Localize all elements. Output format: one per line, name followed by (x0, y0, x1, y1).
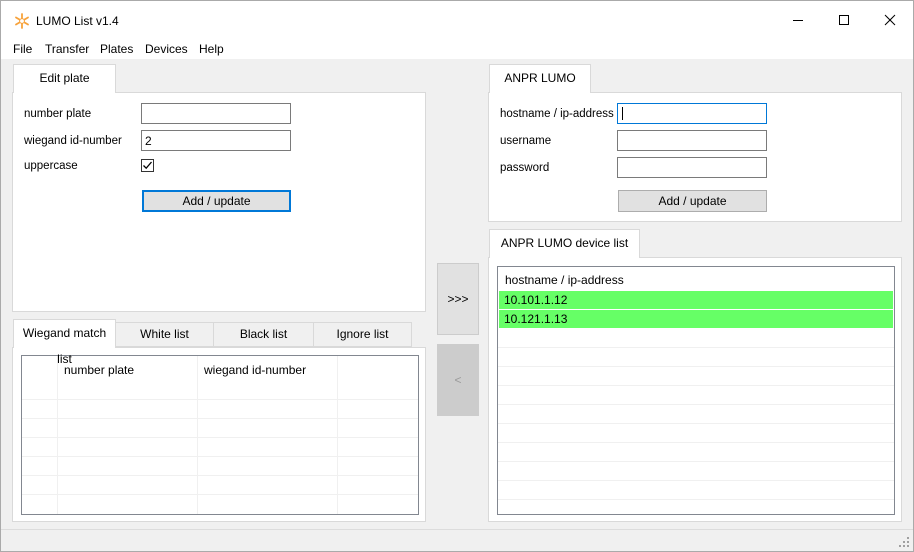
window-title: LUMO List v1.4 (36, 14, 119, 28)
grid-row-line (498, 366, 894, 367)
tab-edit-plate-label: Edit plate (39, 71, 90, 85)
tab-edit-plate[interactable]: Edit plate (13, 64, 116, 93)
grid-row-line (498, 480, 894, 481)
resize-grip-icon[interactable] (898, 536, 910, 548)
add-update-device-button[interactable]: Add / update (618, 190, 767, 212)
wiegand-id-input[interactable] (141, 130, 291, 151)
column-header-number-plate[interactable]: number plate (64, 363, 134, 377)
tab-white-list[interactable]: White list (115, 322, 214, 347)
wiegand-id-label: wiegand id-number (24, 135, 122, 147)
menu-devices[interactable]: Devices (145, 42, 188, 56)
number-plate-label: number plate (24, 108, 92, 120)
grid-row-line (498, 499, 894, 500)
hostname-label: hostname / ip-address (500, 108, 614, 120)
maximize-button[interactable] (821, 1, 867, 37)
star-sparkle-icon (14, 13, 30, 29)
username-label: username (500, 135, 552, 147)
close-button[interactable] (867, 1, 913, 37)
menu-file[interactable]: File (13, 42, 32, 56)
table-row[interactable]: 10.121.1.13 (499, 310, 893, 328)
table-row[interactable]: 10.101.1.12 (499, 291, 893, 309)
uppercase-label: uppercase (24, 160, 78, 172)
tab-white-list-label: White list (140, 327, 189, 341)
hostname-input[interactable] (617, 103, 767, 124)
password-label: password (500, 162, 550, 174)
wiegand-match-grid[interactable]: number plate wiegand id-number (21, 355, 419, 515)
tab-ignore-list-label: Ignore list (336, 327, 389, 341)
minimize-icon (793, 20, 803, 21)
tab-black-list[interactable]: Black list (213, 322, 314, 347)
checkmark-icon (143, 161, 152, 170)
grid-column-divider (57, 356, 58, 514)
grid-row-line (498, 404, 894, 405)
grid-column-divider (337, 356, 338, 514)
tab-wiegand-match-list[interactable]: Wiegand match list (13, 319, 116, 366)
title-bar[interactable]: LUMO List v1.4 (1, 1, 913, 37)
device-list-grid[interactable]: hostname / ip-address 10.101.1.12 10.121… (497, 266, 895, 515)
menu-bar: File Transfer Plates Devices Help (1, 37, 913, 59)
grid-row-line (498, 385, 894, 386)
password-input[interactable] (617, 157, 767, 178)
minimize-button[interactable] (775, 1, 821, 37)
text-cursor (622, 107, 623, 120)
grid-column-divider (197, 356, 198, 514)
transfer-send-button[interactable]: >>> (437, 263, 479, 335)
number-plate-input[interactable] (141, 103, 291, 124)
main-window: LUMO List v1.4 File Transfer Plates Devi… (0, 0, 914, 552)
grid-row-line (498, 423, 894, 424)
status-bar (1, 529, 913, 551)
column-header-wiegand-id[interactable]: wiegand id-number (204, 363, 306, 377)
tab-anpr-lumo-label: ANPR LUMO (504, 71, 576, 85)
username-input[interactable] (617, 130, 767, 151)
menu-help[interactable]: Help (199, 42, 224, 56)
grid-row-line (22, 418, 418, 419)
close-icon (884, 14, 896, 26)
device-list-panel: hostname / ip-address 10.101.1.12 10.121… (488, 257, 902, 522)
anpr-lumo-panel: hostname / ip-address username password … (488, 92, 902, 222)
maximize-icon (839, 15, 849, 25)
column-header-hostname[interactable]: hostname / ip-address (505, 273, 624, 287)
tab-anpr-device-list-label: ANPR LUMO device list (500, 236, 629, 250)
grid-row-line (498, 347, 894, 348)
menu-plates[interactable]: Plates (100, 42, 133, 56)
tab-ignore-list[interactable]: Ignore list (313, 322, 412, 347)
uppercase-checkbox[interactable] (141, 159, 154, 172)
transfer-back-button[interactable]: < (437, 344, 479, 416)
edit-plate-panel: number plate wiegand id-number uppercase… (12, 92, 426, 312)
device-ip: 10.121.1.13 (504, 312, 568, 326)
grid-row-line (22, 437, 418, 438)
menu-transfer[interactable]: Transfer (45, 42, 89, 56)
grid-row-line (22, 456, 418, 457)
grid-row-line (22, 494, 418, 495)
device-ip: 10.101.1.12 (504, 293, 568, 307)
grid-row-line (22, 399, 418, 400)
grid-row-line (22, 475, 418, 476)
grid-row-line (498, 442, 894, 443)
tab-anpr-device-list[interactable]: ANPR LUMO device list (489, 229, 640, 258)
tab-anpr-lumo[interactable]: ANPR LUMO (489, 64, 591, 93)
add-update-plate-button[interactable]: Add / update (142, 190, 291, 212)
lists-panel: number plate wiegand id-number (12, 347, 426, 522)
tab-black-list-label: Black list (239, 327, 288, 341)
grid-row-line (498, 461, 894, 462)
